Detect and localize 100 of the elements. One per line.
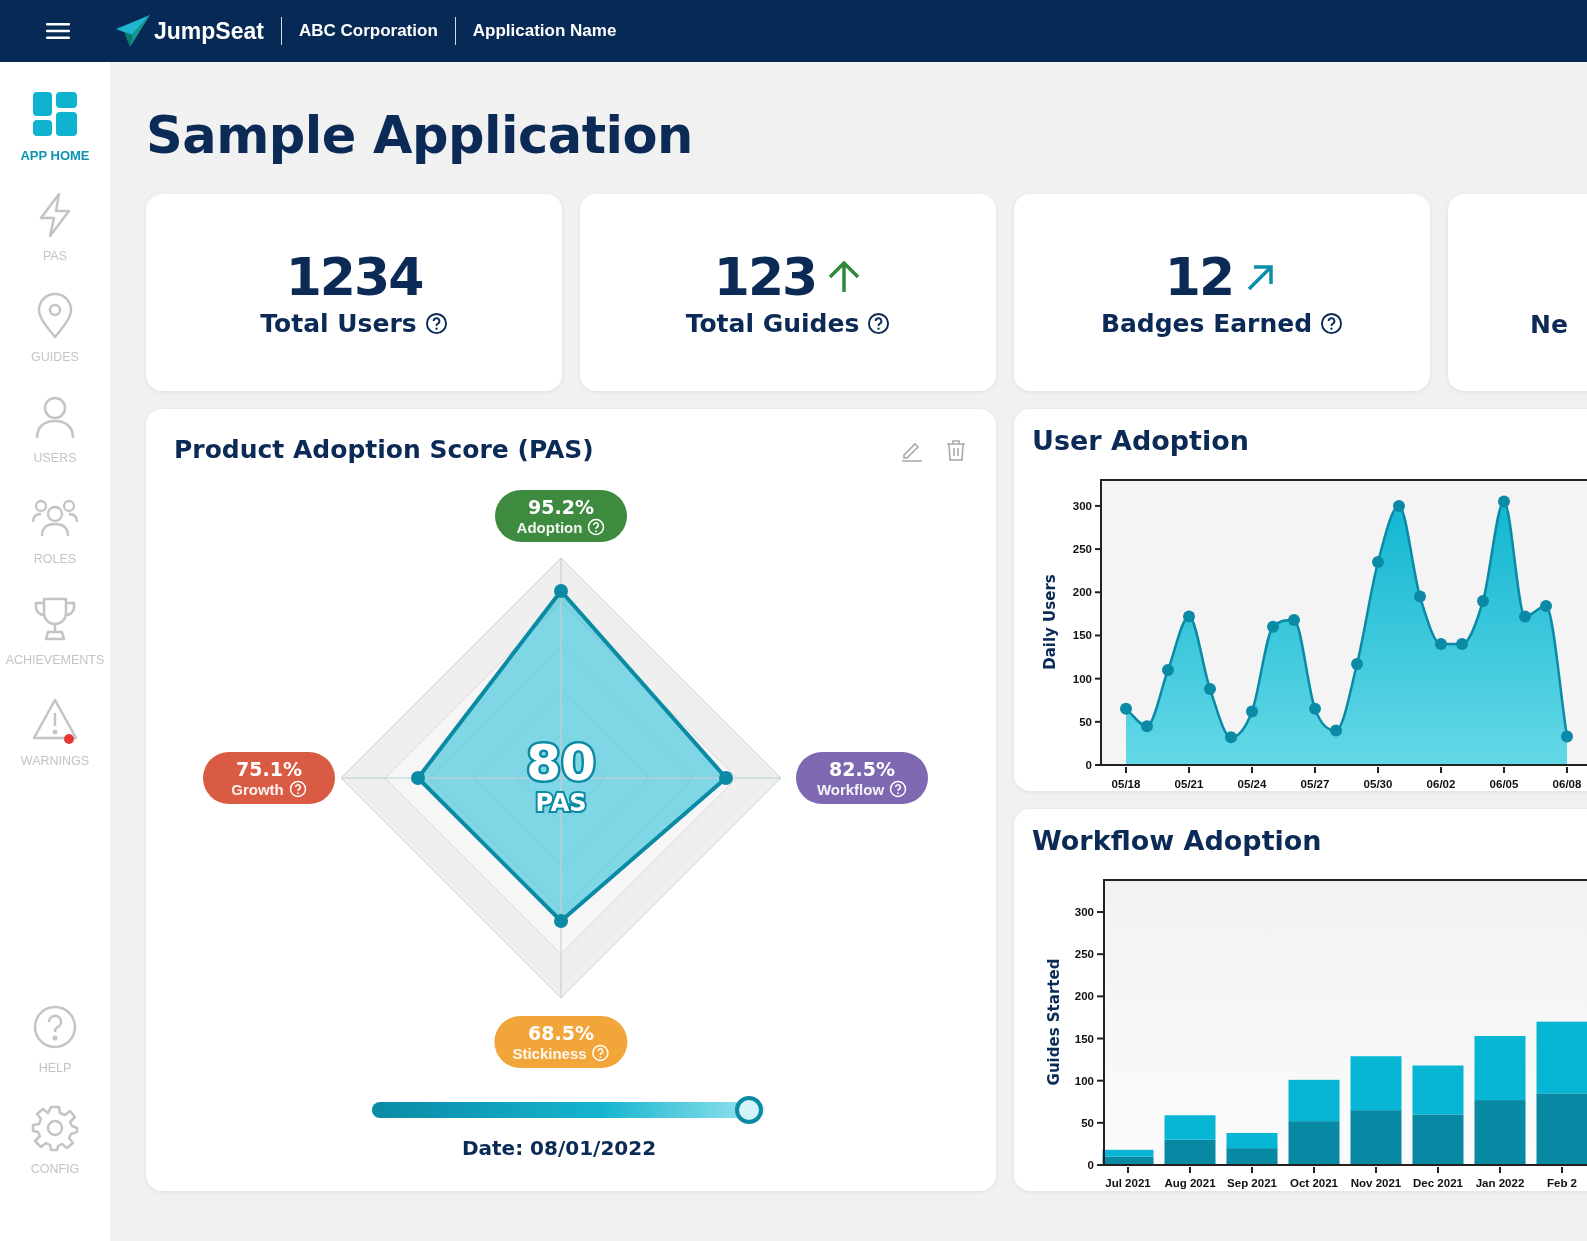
- data-point: [1372, 556, 1384, 569]
- sidebar-item[interactable]: HELP: [0, 1003, 110, 1104]
- data-point: [1498, 495, 1510, 508]
- axis-tick-label: 05/27: [1300, 778, 1330, 790]
- axis-tick-label: Nov 2021: [1350, 1177, 1402, 1189]
- metric-label: Growth: [231, 780, 284, 798]
- axis-tick-label: 100: [1074, 1074, 1094, 1087]
- bar-segment: [1288, 1121, 1340, 1165]
- axis-title: Daily Users: [1041, 574, 1059, 670]
- data-point: [1561, 730, 1573, 743]
- bar-segment: [1350, 1056, 1402, 1111]
- data-point: [1309, 702, 1321, 715]
- stat-label: Badges Earned: [1100, 309, 1313, 338]
- data-point: [1225, 731, 1237, 744]
- axis-tick-label: 250: [1074, 948, 1094, 961]
- card-title: Workflow Adoption: [1032, 825, 1323, 856]
- sidebar-item[interactable]: PAS: [0, 191, 110, 292]
- axis-tick-label: 150: [1074, 1032, 1094, 1045]
- metric-value: 95.2%: [528, 496, 594, 518]
- help-icon[interactable]: [867, 312, 891, 335]
- stat-label: Total Users: [260, 309, 417, 338]
- axis-tick-label: 100: [1072, 672, 1092, 685]
- axis-tick-label: 200: [1072, 586, 1092, 599]
- organization-name[interactable]: ABC Corporation: [298, 21, 438, 41]
- data-point: [1183, 610, 1195, 623]
- data-point: [1120, 702, 1132, 715]
- metric-value: 82.5%: [829, 758, 895, 780]
- axis-tick-label: 05/18: [1111, 778, 1141, 790]
- data-point: [1351, 657, 1363, 670]
- axis-tick-label: 300: [1074, 906, 1094, 919]
- bar-segment: [1164, 1115, 1216, 1140]
- brand-name[interactable]: JumpSeat: [154, 17, 264, 45]
- page-title: Sample Application: [146, 106, 694, 166]
- axis-tick-label: 05/30: [1363, 778, 1393, 790]
- stat-value: 1234: [285, 247, 423, 307]
- data-point: [1141, 720, 1153, 733]
- sidebar-item[interactable]: APP HOME: [0, 90, 110, 191]
- help-icon: [31, 1003, 79, 1051]
- metric-label: Adoption: [516, 518, 583, 536]
- axis-tick-label: 150: [1072, 629, 1092, 642]
- axis-tick-label: 200: [1074, 990, 1094, 1003]
- bar-segment: [1474, 1036, 1526, 1101]
- data-point: [1393, 499, 1405, 512]
- bar-segment: [1536, 1093, 1587, 1165]
- axis-tick-label: Sep 2021: [1227, 1177, 1277, 1189]
- sidebar-item[interactable]: ROLES: [0, 494, 110, 595]
- card-title: User Adoption: [1032, 425, 1251, 456]
- axis-tick-label: 0: [1087, 1159, 1094, 1171]
- data-point: [1540, 600, 1552, 613]
- metric-value: 68.5%: [528, 1022, 594, 1044]
- stat-value: 12: [1164, 247, 1234, 307]
- axis-title: Guides Started: [1045, 958, 1063, 1086]
- stat-label: Total Guides: [685, 309, 860, 338]
- axis-tick-label: Jul 2021: [1105, 1177, 1151, 1189]
- axis-tick-label: 05/21: [1174, 778, 1204, 790]
- data-point: [1288, 613, 1300, 626]
- score-label: PAS: [535, 789, 587, 817]
- data-point: [1456, 638, 1468, 651]
- axis-tick-label: 300: [1072, 499, 1092, 512]
- axis-tick-label: 250: [1072, 543, 1092, 556]
- bar-segment: [1474, 1100, 1526, 1165]
- metric-label: Workflow: [816, 780, 885, 798]
- bar-segment: [1288, 1079, 1340, 1122]
- axis-tick-label: 06/08: [1552, 778, 1582, 790]
- data-point: [1267, 620, 1279, 633]
- settings-icon: [31, 1104, 79, 1152]
- score-value: 80: [526, 734, 596, 792]
- sidebar-item[interactable]: WARNINGS: [0, 696, 110, 797]
- axis-tick-label: Aug 2021: [1164, 1177, 1216, 1189]
- stat-label: Ne: [1530, 310, 1568, 339]
- application-name[interactable]: Application Name: [472, 21, 617, 41]
- sidebar-item[interactable]: USERS: [0, 393, 110, 494]
- axis-tick-label: 06/05: [1489, 778, 1519, 790]
- help-icon[interactable]: [424, 312, 448, 335]
- paper-plane-icon: [116, 15, 150, 47]
- sidebar-item[interactable]: ACHIEVEMENTS: [0, 595, 110, 696]
- stat-value: 123: [713, 247, 817, 307]
- delete-icon[interactable]: [944, 437, 968, 462]
- axis-tick-label: 50: [1081, 1116, 1094, 1129]
- menu-icon[interactable]: [46, 23, 70, 39]
- bar-segment: [1412, 1114, 1464, 1165]
- data-point: [1162, 664, 1174, 676]
- axis-tick-label: 06/02: [1426, 778, 1456, 790]
- metric-label: Stickiness: [512, 1044, 587, 1062]
- data-point: [1477, 594, 1489, 607]
- bar-segment: [1412, 1065, 1464, 1115]
- data-point: [1246, 705, 1258, 718]
- data-point: [1435, 638, 1447, 651]
- sidebar-item[interactable]: CONFIG: [0, 1104, 110, 1205]
- metric-value: 75.1%: [236, 758, 302, 780]
- data-point: [1330, 724, 1342, 737]
- axis-tick-label: Feb 2: [1547, 1177, 1577, 1189]
- slider-thumb[interactable]: [734, 1096, 763, 1124]
- grid-icon: [31, 90, 79, 138]
- axis-tick-label: Jan 2022: [1475, 1177, 1525, 1189]
- axis-tick-label: 50: [1079, 715, 1092, 728]
- data-point: [1204, 683, 1216, 695]
- help-icon[interactable]: [1320, 312, 1344, 335]
- sidebar-item[interactable]: GUIDES: [0, 292, 110, 393]
- date-label: Date: 08/01/2022: [461, 1136, 657, 1160]
